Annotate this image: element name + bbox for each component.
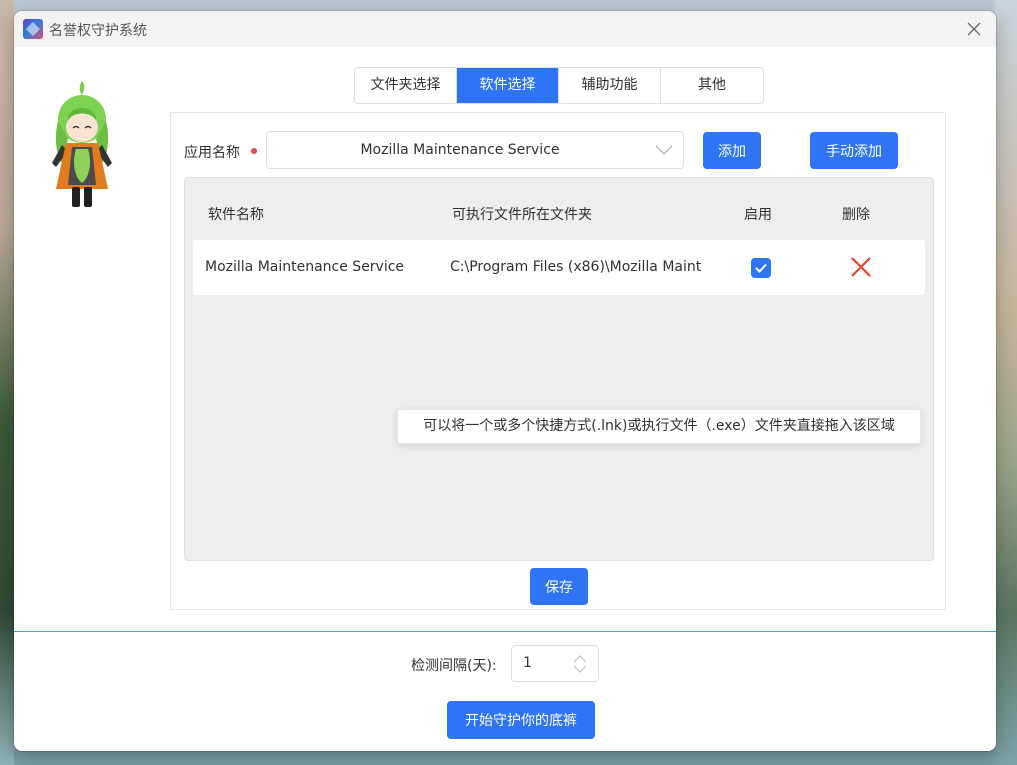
start-guard-button[interactable]: 开始守护你的底裤 <box>447 701 595 739</box>
close-button[interactable] <box>960 15 988 43</box>
desktop-background-left <box>0 0 14 765</box>
tab-bar: 文件夹选择 软件选择 辅助功能 其他 <box>354 67 764 104</box>
interval-label: 检测间隔(天): <box>411 658 497 674</box>
drop-hint-tooltip: 可以将一个或多个快捷方式(.lnk)或执行文件（.exe）文件夹直接拖入该区域 <box>397 409 921 444</box>
tab-auxiliary[interactable]: 辅助功能 <box>559 68 661 103</box>
row-executable-path: C:\Program Files (x86)\Mozilla Maint <box>450 259 702 275</box>
chevron-down-icon <box>655 145 673 155</box>
section-divider <box>14 631 996 632</box>
app-window: 名誉权守护系统 文件夹选择 软件选择 辅助功能 其他 应用名称 Mozilla … <box>14 11 996 751</box>
app-logo-icon <box>23 19 43 39</box>
title-bar: 名誉权守护系统 <box>14 11 996 47</box>
delete-x-icon[interactable] <box>850 256 872 278</box>
app-name-select[interactable]: Mozilla Maintenance Service <box>266 131 684 169</box>
interval-stepper[interactable]: 1 <box>511 645 599 682</box>
interval-value: 1 <box>523 655 532 671</box>
window-title: 名誉权守护系统 <box>49 23 147 39</box>
checkmark-icon <box>755 263 767 273</box>
close-icon <box>967 22 981 36</box>
mascot-image <box>52 81 112 207</box>
desktop-background-right <box>995 0 1017 765</box>
column-header-path: 可执行文件所在文件夹 <box>452 207 592 223</box>
app-name-label: 应用名称 <box>184 145 240 161</box>
tab-other[interactable]: 其他 <box>661 68 763 103</box>
software-table-drop-area[interactable]: 软件名称 可执行文件所在文件夹 启用 删除 Mozilla Maintenanc… <box>184 177 934 561</box>
manual-add-button[interactable]: 手动添加 <box>810 132 898 169</box>
add-button[interactable]: 添加 <box>703 132 761 169</box>
save-button[interactable]: 保存 <box>530 568 588 605</box>
required-indicator <box>251 148 257 154</box>
column-header-name: 软件名称 <box>208 207 264 223</box>
row-software-name: Mozilla Maintenance Service <box>205 259 405 275</box>
app-name-select-value: Mozilla Maintenance Service <box>360 142 560 158</box>
column-header-delete: 删除 <box>842 207 870 223</box>
enabled-checkbox[interactable] <box>751 258 771 278</box>
tab-folder-select[interactable]: 文件夹选择 <box>355 68 457 103</box>
table-row: Mozilla Maintenance Service C:\Program F… <box>193 240 925 295</box>
stepper-arrows-icon[interactable] <box>572 654 588 674</box>
software-panel: 应用名称 Mozilla Maintenance Service 添加 手动添加… <box>170 112 946 610</box>
column-header-enabled: 启用 <box>744 207 772 223</box>
tab-software-select[interactable]: 软件选择 <box>457 68 559 103</box>
